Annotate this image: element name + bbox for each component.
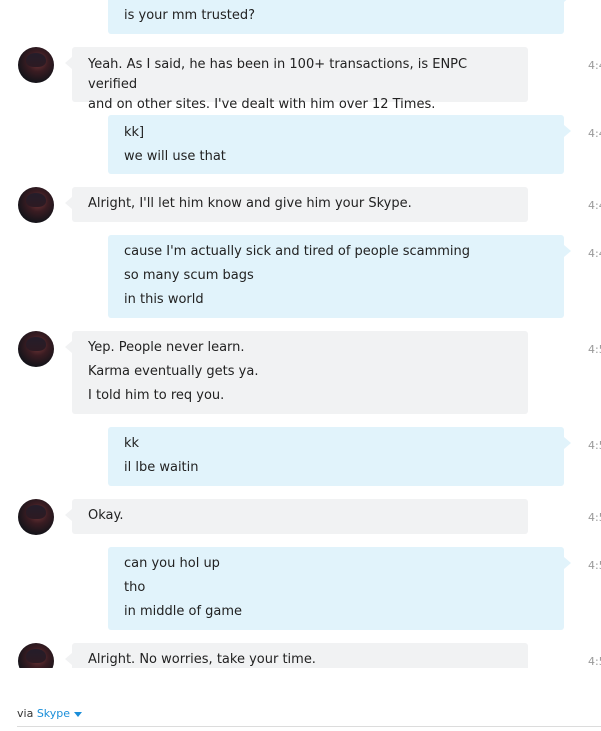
message-timestamp: 4:5 (588, 655, 601, 668)
message-text: kk (124, 436, 140, 451)
message-timestamp: 4:5 (588, 439, 601, 452)
message-bubble[interactable]: Yeah. As I said, he has been in 100+ tra… (65, 47, 528, 112)
message-bubble[interactable]: Okay. (65, 499, 528, 534)
message-text: Karma eventually gets ya. (88, 364, 259, 379)
message-bubble[interactable]: Alright. No worries, take your time. (65, 643, 528, 668)
skype-link[interactable]: Skype (37, 707, 70, 720)
message-text: in this world (124, 292, 204, 307)
message-text: Okay. (88, 508, 124, 523)
message-bubble[interactable]: kk] we will use that (108, 115, 571, 174)
avatar[interactable] (18, 47, 54, 83)
message-text: Yep. People never learn. (88, 340, 245, 355)
avatar[interactable] (18, 331, 54, 367)
message-timestamp: 4:5 (588, 343, 601, 356)
message-bubble[interactable]: is your mm trusted? (108, 0, 571, 34)
message-text: Alright, I'll let him know and give him … (88, 196, 412, 211)
message-timestamp: 4:4 (588, 199, 601, 212)
via-label: via (17, 707, 34, 720)
message-timestamp: 4:4 (588, 59, 601, 72)
via-footer: via Skype (17, 707, 83, 721)
message-text: Yeah. As I said, he has been in 100+ tra… (88, 57, 468, 92)
message-text: il lbe waitin (124, 460, 199, 475)
message-timestamp: 4:4 (588, 127, 601, 140)
avatar[interactable] (18, 643, 54, 668)
message-text: I told him to req you. (88, 388, 225, 403)
avatar[interactable] (18, 187, 54, 223)
message-bubble[interactable]: cause I'm actually sick and tired of peo… (108, 235, 571, 318)
chevron-down-icon[interactable] (74, 711, 83, 717)
message-bubble[interactable]: Yep. People never learn. Karma eventuall… (65, 331, 528, 414)
message-text: and on other sites. I've dealt with him … (88, 97, 436, 112)
message-text: is your mm trusted? (124, 8, 256, 23)
message-text: cause I'm actually sick and tired of peo… (124, 244, 471, 259)
message-text: in middle of game (124, 604, 243, 619)
message-bubble[interactable]: can you hol up tho in middle of game (108, 547, 571, 630)
message-text: so many scum bags (124, 268, 254, 283)
message-timestamp: 4:4 (588, 247, 601, 260)
message-timestamp: 4:5 (588, 559, 601, 572)
conversation-pane: is your mm trusted? Yeah. As I said, he … (0, 0, 601, 668)
divider (17, 726, 601, 727)
message-text: Alright. No worries, take your time. (88, 652, 316, 667)
message-text: tho (124, 580, 146, 595)
message-text: kk] (124, 125, 145, 140)
avatar[interactable] (18, 499, 54, 535)
message-bubble[interactable]: Alright, I'll let him know and give him … (65, 187, 528, 222)
message-text: can you hol up (124, 556, 220, 571)
message-bubble[interactable]: kk il lbe waitin (108, 427, 571, 486)
message-timestamp: 4:5 (588, 511, 601, 524)
message-text: we will use that (124, 149, 226, 164)
